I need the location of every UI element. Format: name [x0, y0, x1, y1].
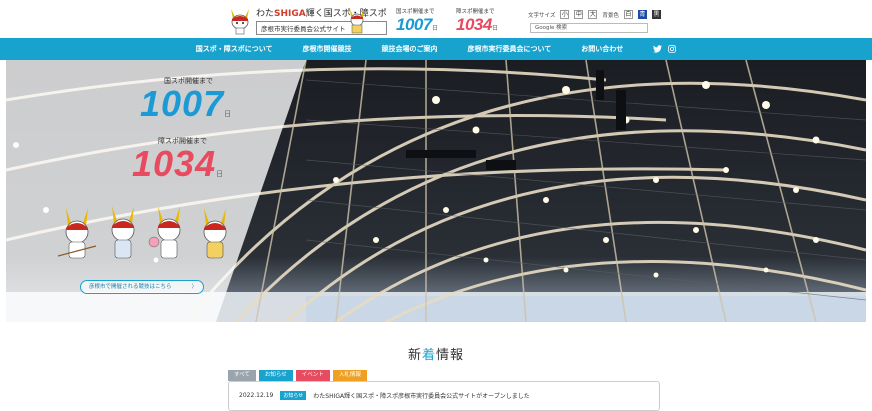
font-large-button[interactable]: 大: [588, 10, 598, 19]
nav-item-contact[interactable]: お問い合わせ: [581, 44, 623, 54]
mascot-3: [148, 206, 181, 259]
mascot-1: [57, 208, 97, 259]
font-small-button[interactable]: 小: [560, 10, 570, 19]
header-countdown-shospo: 障スポ開催まで 1034日: [456, 9, 498, 34]
hero-countdown-shospo: 障スポ開催まで 1034日: [132, 137, 225, 184]
bg-color-label: 背景色: [602, 12, 619, 19]
accessibility-tools: 文字サイズ 小 中 大 背景色 白 青 黒: [528, 10, 661, 19]
nav-item-committee[interactable]: 彦根市実行委員会について: [468, 44, 552, 54]
hikonyan-logo-icon: [231, 8, 249, 34]
logo-title: わたSHIGA輝く国スポ・障スポ: [256, 9, 387, 19]
countdown-value: 1034: [456, 15, 492, 34]
font-size-label: 文字サイズ: [528, 12, 556, 19]
news-list: 2022.12.19 お知らせ わたSHIGA輝く国スポ・障スポ彦根市実行委員会…: [228, 381, 660, 411]
news-text[interactable]: わたSHIGA輝く国スポ・障スポ彦根市実行委員会公式サイトがオープンしました: [313, 391, 530, 400]
countdown-panel: 国スポ開催まで 1007日 障スポ開催まで 1034日 彦根市で開催される競技は…: [6, 60, 306, 322]
hero-countdown-kokuspo: 国スポ開催まで 1007日: [140, 77, 233, 124]
mascot-2: [111, 206, 135, 259]
site-header: わたSHIGA輝く国スポ・障スポ 彦根市実行委員会公式サイト 国スポ開催まで 1…: [0, 0, 872, 38]
countdown-value: 1007: [396, 15, 432, 34]
nav-item-events[interactable]: 彦根市開催競技: [303, 44, 352, 54]
bg-blue-button[interactable]: 青: [637, 10, 647, 19]
hero-banner: 国スポ開催まで 1007日 障スポ開催まで 1034日 彦根市で開催される競技は…: [6, 60, 866, 322]
header-countdown-kokuspo: 国スポ開催まで 1007日: [396, 9, 438, 34]
news-heading: 新着情報: [407, 348, 465, 363]
tab-notices[interactable]: お知らせ: [258, 370, 293, 381]
events-link-button[interactable]: 彦根市で開催される競技はこちら 〉: [80, 280, 204, 294]
twitter-icon[interactable]: [653, 45, 663, 53]
logo-subtitle: 彦根市実行委員会公式サイト: [256, 21, 387, 35]
instagram-icon[interactable]: [668, 45, 677, 53]
mascot-logo-icon: [350, 9, 364, 34]
news-filter-tabs: すべて お知らせ イベント 入札情報: [228, 370, 367, 381]
main-nav: 国スポ・障スポについて 彦根市開催競技 競技会場のご案内 彦根市実行委員会につい…: [0, 38, 872, 60]
nav-item-about[interactable]: 国スポ・障スポについて: [196, 44, 273, 54]
search-input[interactable]: Google 検索: [530, 23, 648, 33]
font-medium-button[interactable]: 中: [574, 10, 584, 19]
mascot-characters-illustration: [57, 206, 227, 259]
tab-bidding[interactable]: 入札情報: [332, 370, 367, 381]
news-date: 2022.12.19: [239, 392, 274, 399]
mascot-4: [203, 208, 227, 259]
countdown-value: 1007: [140, 83, 225, 124]
tab-events[interactable]: イベント: [295, 370, 330, 381]
countdown-value: 1034: [132, 143, 217, 184]
bg-black-button[interactable]: 黒: [651, 10, 661, 19]
list-item[interactable]: 2022.12.19 お知らせ わたSHIGA輝く国スポ・障スポ彦根市実行委員会…: [239, 391, 530, 400]
bg-white-button[interactable]: 白: [623, 10, 633, 19]
nav-item-venues[interactable]: 競技会場のご案内: [382, 44, 438, 54]
tab-all[interactable]: すべて: [228, 370, 256, 381]
category-badge: お知らせ: [280, 391, 307, 400]
chevron-right-icon: 〉: [191, 284, 197, 290]
